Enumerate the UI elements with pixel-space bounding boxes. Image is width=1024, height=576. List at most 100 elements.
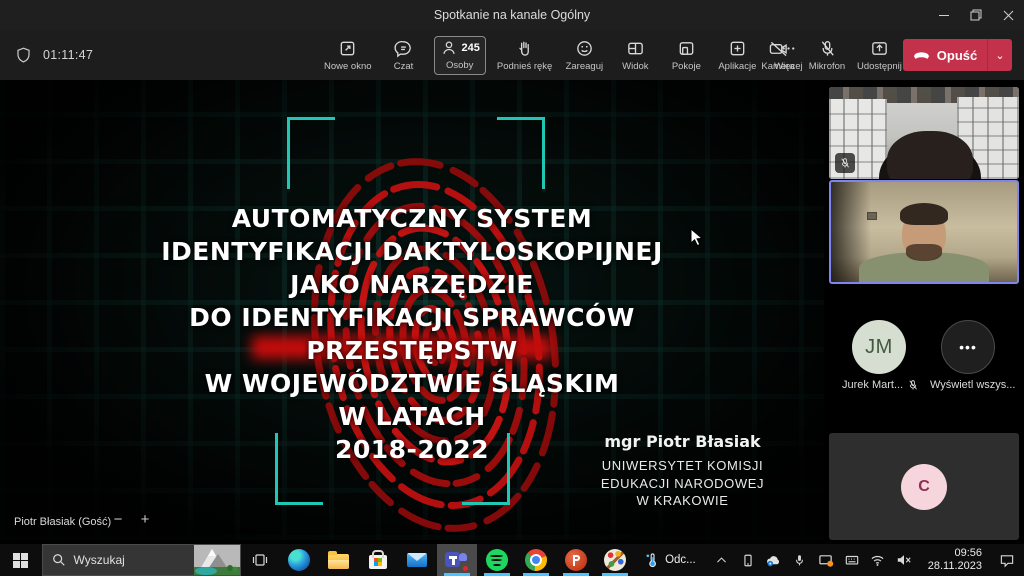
search-highlight-image [194, 545, 240, 575]
touch-keyboard-icon[interactable] [842, 544, 862, 576]
share-button[interactable]: Udostępnij [855, 36, 904, 75]
task-view-button[interactable] [241, 544, 279, 576]
title-bar: Spotkanie na kanale Ogólny [0, 0, 1024, 30]
overflow-participants-avatar[interactable]: ••• [941, 320, 995, 374]
taskbar-app-teams[interactable] [437, 544, 477, 576]
wifi-icon[interactable] [868, 544, 888, 576]
slide-affiliation-line: W KRAKOWIE [575, 492, 790, 510]
maximize-button[interactable] [960, 0, 992, 30]
avatar-c: C [901, 464, 947, 510]
slide-title-line: AUTOMATYCZNY SYSTEM [62, 202, 762, 235]
action-center-button[interactable] [990, 544, 1024, 576]
meeting-timer-group: 01:11:47 [0, 46, 180, 64]
raise-hand-button[interactable]: Podnieś rękę [495, 36, 554, 75]
start-button[interactable] [0, 544, 42, 576]
minimize-button[interactable] [928, 0, 960, 30]
system-tray [706, 544, 920, 576]
taskbar-search-box[interactable]: Wyszukaj [42, 544, 242, 576]
taskbar-app-store[interactable] [358, 544, 398, 576]
paint-icon [604, 549, 626, 571]
taskbar-app-powerpoint[interactable] [556, 544, 596, 576]
new-window-button[interactable]: Nowe okno [322, 36, 374, 75]
apps-plus-icon [728, 39, 747, 58]
chat-button[interactable]: Czat [383, 36, 425, 75]
shield-icon [15, 46, 32, 64]
taskbar-app-mail[interactable] [398, 544, 438, 576]
weather-label: Odc... [665, 554, 696, 566]
mic-off-icon [818, 39, 837, 58]
people-icon [440, 39, 458, 57]
edge-icon [288, 549, 310, 571]
meeting-toolbar: 01:11:47 Nowe okno Czat 245 Osoby Podnie… [0, 30, 1024, 80]
slide-title-line: W LATACH [62, 400, 762, 433]
share-icon [870, 39, 889, 58]
mic-off-icon [907, 379, 919, 391]
react-smiley-icon [575, 39, 594, 58]
zoom-in-button[interactable]: + [135, 511, 155, 528]
tray-expand-button[interactable] [712, 544, 732, 576]
hangup-phone-icon [913, 50, 930, 61]
slide-title-line: DO IDENTYFIKACJI SPRAWCÓW [62, 301, 762, 334]
raise-hand-icon [515, 39, 534, 58]
action-center-icon [999, 553, 1015, 568]
clock-date: 28.11.2023 [928, 560, 982, 573]
slide-title-line-highlighted: PRZESTĘPSTW [62, 334, 762, 367]
participant-tile-no-video[interactable]: C [829, 433, 1019, 540]
slide-title-line: IDENTYFIKACJI DAKTYLOSKOPIJNEJ [62, 235, 762, 268]
people-count-badge: 245 [462, 42, 480, 54]
onedrive-icon[interactable] [764, 544, 784, 576]
windows-taskbar: Wyszukaj [0, 544, 1024, 576]
mic-button[interactable]: Mikrofon [806, 36, 848, 75]
people-button[interactable]: 245 Osoby [434, 36, 486, 75]
toolbar-center-buttons: Nowe okno Czat 245 Osoby Podnieś rękę Za… [322, 30, 809, 80]
taskbar-right-cluster: Odc... [635, 544, 1024, 576]
mic-off-icon [839, 157, 851, 169]
taskbar-app-edge[interactable] [279, 544, 319, 576]
screen-share-indicator-icon[interactable] [816, 544, 836, 576]
thermometer-icon [645, 552, 660, 568]
taskbar-app-file-explorer[interactable] [319, 544, 359, 576]
leave-button[interactable]: Opuść ⌄ [903, 39, 1012, 71]
slide-author-block: mgr Piotr Błasiak UNIWERSYTET KOMISJI ED… [575, 432, 790, 510]
active-speaker-video-tile[interactable] [829, 180, 1019, 284]
zoom-out-button[interactable]: − [108, 511, 128, 528]
window-controls [928, 0, 1024, 30]
taskbar-app-chrome[interactable] [516, 544, 556, 576]
your-phone-icon[interactable] [738, 544, 758, 576]
volume-muted-icon[interactable] [894, 544, 914, 576]
taskbar-clock[interactable]: 09:56 28.11.2023 [920, 547, 990, 573]
react-button[interactable]: Zareaguj [563, 36, 605, 75]
leave-options-chevron[interactable]: ⌄ [988, 49, 1012, 62]
task-view-icon [252, 552, 268, 568]
taskbar-app-spotify[interactable] [477, 544, 517, 576]
window-title: Spotkanie na kanale Ogólny [0, 8, 928, 22]
close-button[interactable] [992, 0, 1024, 30]
clock-time: 09:56 [928, 547, 982, 560]
participant-name: Jurek Mart... [842, 379, 903, 391]
presenter-name-label: Piotr Błasiak (Gość) [14, 516, 111, 528]
participants-sidebar: JM ••• Jurek Mart... Wyświetl wszys... C [824, 80, 1024, 544]
avatar-jm[interactable]: JM [852, 320, 906, 374]
muted-mic-badge [835, 153, 855, 173]
chat-icon [394, 39, 413, 58]
taskbar-app-paint[interactable] [595, 544, 635, 576]
microphone-in-use-icon[interactable] [790, 544, 810, 576]
overflow-label-row[interactable]: Wyświetl wszys... [930, 379, 1015, 391]
show-all-label: Wyświetl wszys... [930, 379, 1015, 391]
toolbar-device-buttons: Kamera Mikrofon Udostępnij [757, 30, 904, 80]
slide-author: mgr Piotr Błasiak [575, 432, 790, 451]
participant-video-tile[interactable] [829, 87, 1019, 179]
apps-button[interactable]: Aplikacje [716, 36, 758, 75]
weather-widget[interactable]: Odc... [635, 552, 706, 568]
view-button[interactable]: Widok [614, 36, 656, 75]
chrome-icon [525, 549, 547, 571]
microsoft-store-icon [369, 555, 387, 569]
slide-affiliation-line: UNIWERSYTET KOMISJI [575, 457, 790, 475]
slide-frame-corner-top-left [287, 117, 335, 189]
participant-face [902, 208, 946, 260]
new-window-icon [338, 39, 357, 58]
rooms-button[interactable]: Pokoje [665, 36, 707, 75]
teams-icon [445, 549, 469, 571]
camera-button[interactable]: Kamera [757, 36, 799, 75]
slide-affiliation-line: EDUKACJI NARODOWEJ [575, 475, 790, 493]
